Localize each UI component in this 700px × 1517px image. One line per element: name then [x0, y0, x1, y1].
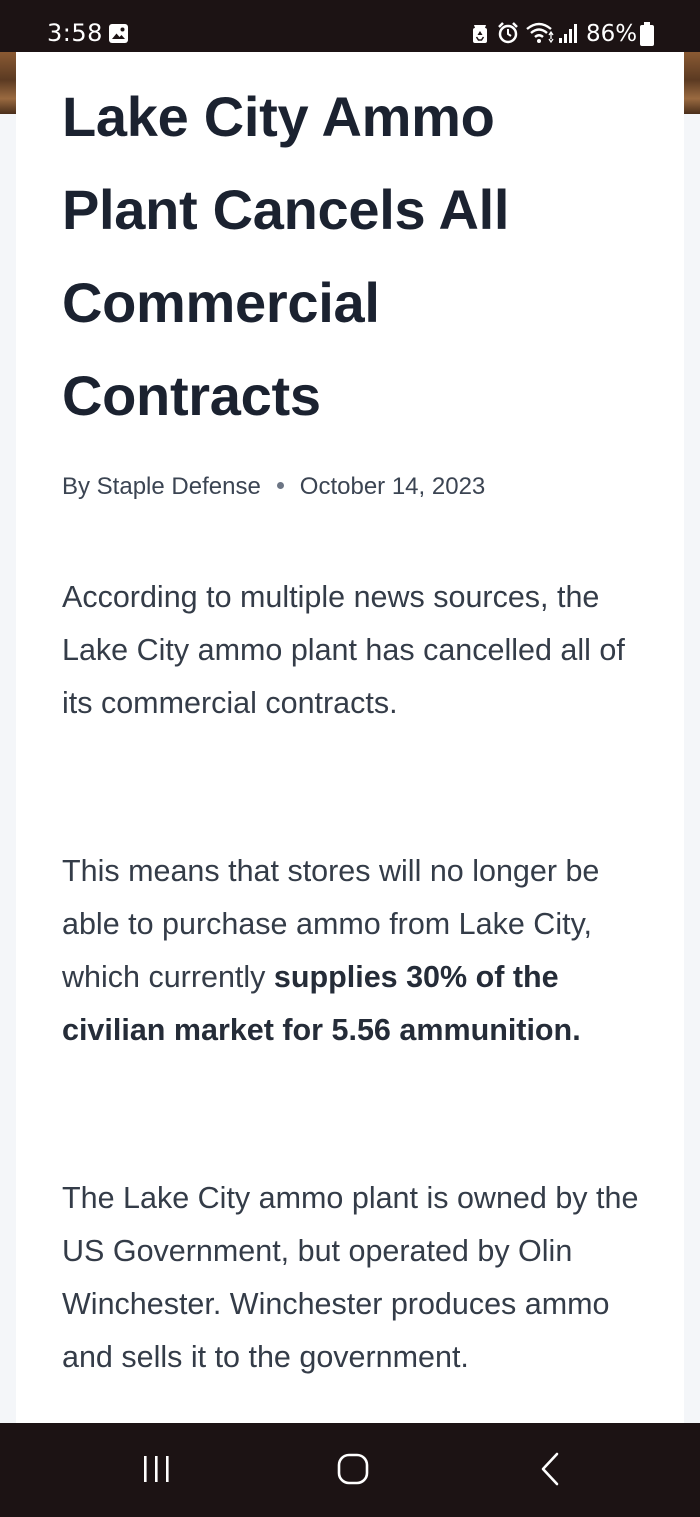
back-icon[interactable] — [490, 1423, 610, 1517]
paragraph-3: The Lake City ammo plant is owned by the… — [62, 1181, 639, 1374]
battery-icon — [640, 22, 654, 46]
article-title: Lake City Ammo Plant Cancels All Commerc… — [62, 85, 510, 427]
article-card: Lake City Ammo Plant Cancels All Commerc… — [16, 52, 684, 1423]
separator-dot — [276, 482, 284, 490]
paragraph-2: This means that stores will no longer be… — [62, 845, 642, 1057]
wifi-icon — [526, 22, 554, 44]
recent-apps-icon[interactable] — [97, 1423, 217, 1517]
paragraph-1: According to multiple news sources, the … — [62, 580, 625, 720]
publish-date: October 14, 2023 — [299, 473, 486, 500]
status-bar: 3:58 86% — [0, 0, 700, 52]
header-image-edge-right — [684, 52, 700, 114]
author-link[interactable]: By Staple Defense — [62, 473, 261, 500]
home-icon[interactable] — [293, 1423, 413, 1517]
byline: By Staple Defense October 14, 2023 — [62, 472, 485, 502]
alarm-icon — [498, 22, 518, 44]
navigation-bar — [0, 1423, 700, 1517]
header-image-edge-left — [0, 52, 16, 114]
image-notification-icon — [109, 24, 128, 43]
battery-percent: 86% — [586, 21, 638, 47]
signal-icon — [559, 24, 577, 43]
status-time: 3:58 — [47, 19, 103, 47]
recycle-icon — [473, 25, 487, 43]
